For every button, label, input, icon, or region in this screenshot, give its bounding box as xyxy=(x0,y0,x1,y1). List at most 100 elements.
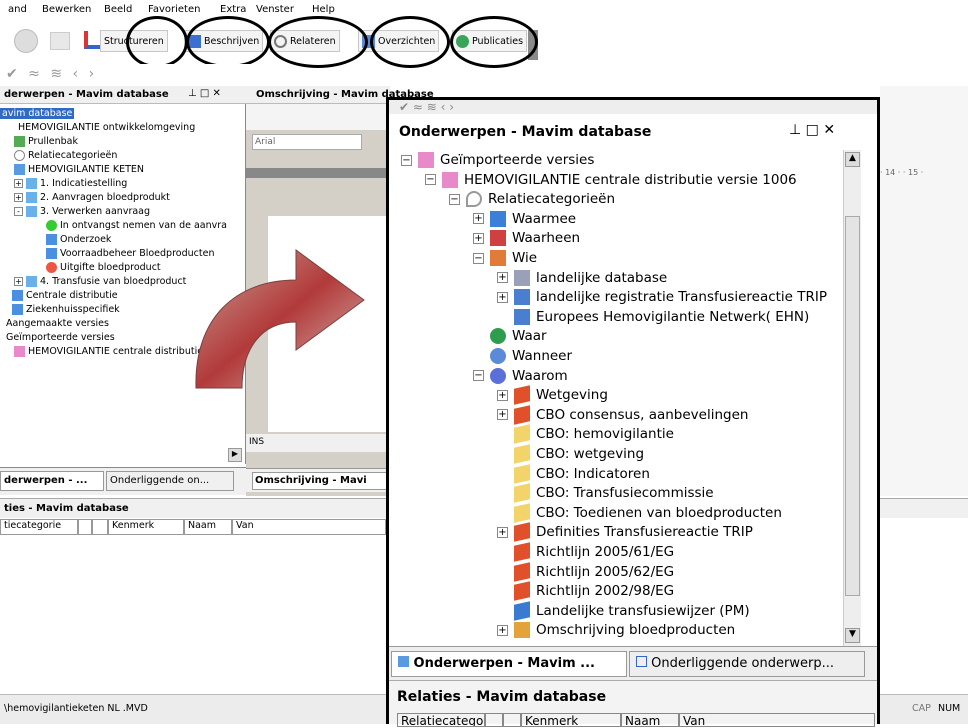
font-select[interactable]: Arial xyxy=(252,134,362,150)
tree-item[interactable]: Ziekenhuisspecifiek xyxy=(12,304,120,315)
popup-tree-item[interactable]: − Geïmporteerde versies xyxy=(401,152,594,168)
tree-item[interactable]: +4. Transfusie van bloedproduct xyxy=(14,276,186,287)
popup-tree-item[interactable]: Waar xyxy=(473,328,547,345)
expand-icon[interactable]: + xyxy=(497,624,508,636)
scroll-up-icon[interactable]: ▲ xyxy=(845,152,860,167)
menu-item-window[interactable]: Venster xyxy=(256,4,294,15)
column-header[interactable]: Naam xyxy=(621,713,679,728)
pin-close-controls[interactable]: ⊥ □ ✕ xyxy=(789,122,835,138)
tree-item[interactable]: Prullenbak xyxy=(14,136,78,147)
scroll-thumb[interactable] xyxy=(845,216,860,596)
popup-tree-item[interactable]: CBO: Toedienen van bloedproducten xyxy=(497,503,782,523)
collapse-icon[interactable]: − xyxy=(473,252,484,264)
tab-onderwerpen[interactable]: Onderwerpen - Mavim ... xyxy=(391,651,627,677)
tab-onderliggende[interactable]: Onderliggende on... xyxy=(106,471,234,491)
tree-item[interactable]: +2. Aanvragen bloedprodukt xyxy=(14,192,170,203)
tree-item[interactable]: Uitgifte bloedproduct xyxy=(46,262,161,273)
popup-tree-item[interactable]: CBO: Indicatoren xyxy=(497,463,650,484)
tree-item[interactable]: Geïmporteerde versies xyxy=(6,332,115,343)
popup-tree-item[interactable]: + Definities Transfusiereactie TRIP xyxy=(497,522,753,543)
scroll-down-icon[interactable]: ▼ xyxy=(845,628,860,643)
popup-tree-item[interactable]: + landelijke registratie Transfusiereacti… xyxy=(497,289,827,306)
popup-tree-item[interactable]: + Waarmee xyxy=(473,210,577,227)
tree-item[interactable]: Centrale distributie xyxy=(12,290,118,301)
popup-tree-item[interactable]: − HEMOVIGILANTIE centrale distributie ver… xyxy=(425,171,797,188)
vertical-scrollbar[interactable]: ▲ ▼ xyxy=(843,150,861,646)
tree-item-label: Uitgifte bloedproduct xyxy=(60,262,161,273)
menu-item-view[interactable]: Beeld xyxy=(104,4,132,15)
column-header[interactable]: Van xyxy=(232,519,386,535)
column-header[interactable] xyxy=(503,713,521,727)
expand-icon[interactable]: + xyxy=(14,193,23,202)
tree-item[interactable]: Relatiecategorieën xyxy=(14,150,117,161)
collapse-icon[interactable]: − xyxy=(425,174,436,186)
expand-icon[interactable]: + xyxy=(14,277,23,286)
tree-item[interactable]: Aangemaakte versies xyxy=(6,318,109,329)
nav-arrows-icon[interactable]: ✔ ≈ ≋ ‹ › xyxy=(6,66,97,82)
tree-item[interactable]: Onderzoek xyxy=(46,234,111,245)
popup-tree-item[interactable]: Wanneer xyxy=(473,348,572,364)
popup-tree-item[interactable]: CBO: Transfusiecommissie xyxy=(497,483,714,503)
column-header[interactable]: tiecategorie xyxy=(0,519,78,535)
menu-item-help[interactable]: Help xyxy=(312,4,335,15)
pin-close-controls[interactable]: ⊥ □ ✕ xyxy=(188,88,221,99)
popup-tree-item[interactable]: + Wetgeving xyxy=(497,385,608,405)
popup-tree-item[interactable]: Richtlijn 2002/98/EG xyxy=(497,581,674,601)
popup-tree-label: CBO: Toedienen van bloedproducten xyxy=(536,504,782,521)
expand-icon[interactable]: + xyxy=(473,232,484,244)
column-header[interactable] xyxy=(485,713,503,727)
column-header[interactable]: Relatiecategorie xyxy=(397,713,485,727)
tab-onderwerpen[interactable]: derwerpen - ... xyxy=(0,471,104,491)
collapse-icon[interactable]: − xyxy=(473,370,484,382)
tab-omschrijving[interactable]: Omschrijving - Mavi xyxy=(252,472,388,490)
column-label: Van xyxy=(236,520,254,531)
tab-label: Onderliggende on... xyxy=(110,475,210,486)
tree-item[interactable]: HEMOVIGILANTIE KETEN xyxy=(14,164,144,175)
popup-tree-item[interactable]: Landelijke transfusiewijzer (PM) xyxy=(497,601,750,621)
collapse-icon[interactable]: − xyxy=(449,193,460,205)
expand-icon[interactable]: + xyxy=(497,409,508,421)
popup-tree-item[interactable]: + Waarheen xyxy=(473,230,580,247)
column-header[interactable]: Van xyxy=(679,713,875,728)
expand-icon[interactable]: + xyxy=(473,213,484,225)
popup-tree-label: Omschrijving bloedproducten xyxy=(536,622,736,639)
expand-icon[interactable]: + xyxy=(497,272,508,284)
menu-item-file[interactable]: and xyxy=(8,4,27,15)
menu-item-edit[interactable]: Bewerken xyxy=(42,4,91,15)
tree-item[interactable]: HEMOVIGILANTIE ontwikkelomgeving xyxy=(18,122,195,133)
popup-tree-item[interactable]: Richtlijn 2005/61/EG xyxy=(497,542,674,562)
popup-tree-item[interactable]: + landelijke database xyxy=(497,269,667,286)
expand-icon[interactable]: + xyxy=(497,526,508,538)
popup-tree-item[interactable]: CBO: wetgeving xyxy=(497,444,644,464)
popup-tree-item[interactable]: + CBO consensus, aanbevelingen xyxy=(497,405,748,425)
tree-item-selected[interactable]: avim database xyxy=(0,108,75,119)
scroll-right-icon[interactable]: ▶ xyxy=(228,448,242,462)
popup-tree-item[interactable]: + Omschrijving bloedproducten xyxy=(497,622,736,639)
home-icon[interactable] xyxy=(50,32,70,50)
column-header[interactable]: Kenmerk xyxy=(521,713,621,728)
expand-icon[interactable]: + xyxy=(14,179,23,188)
back-icon[interactable] xyxy=(14,29,38,53)
popup-tree-item[interactable]: − Relatiecategorieën xyxy=(449,191,615,208)
popup-tree-item[interactable]: Richtlijn 2005/62/EG xyxy=(497,561,674,582)
column-header[interactable]: Kenmerk xyxy=(108,519,184,535)
popup-tree-item[interactable]: − Wie xyxy=(473,250,537,266)
tree-item[interactable]: In ontvangst nemen van de aanvra xyxy=(46,220,227,231)
collapse-icon[interactable]: - xyxy=(14,207,23,216)
menu-item-extra[interactable]: Extra xyxy=(220,4,246,15)
column-header[interactable]: Naam xyxy=(184,519,232,535)
tree-item[interactable]: - 3. Verwerken aanvraag xyxy=(14,206,150,217)
expand-icon[interactable]: + xyxy=(497,291,508,303)
column-header[interactable] xyxy=(92,519,108,535)
step-icon xyxy=(26,192,37,203)
expand-icon[interactable]: + xyxy=(497,389,508,401)
popup-tree-item[interactable]: − Waarom xyxy=(473,367,568,384)
tab-onderliggende[interactable]: Onderliggende onderwerp... xyxy=(629,651,865,677)
tree-item[interactable]: +1. Indicatiestelling xyxy=(14,178,127,189)
popup-tree-label: Waarmee xyxy=(512,210,577,227)
column-header[interactable] xyxy=(78,519,92,535)
menu-item-favorites[interactable]: Favorieten xyxy=(148,4,200,15)
popup-tree-item[interactable]: Europees Hemovigilantie Netwerk( EHN) xyxy=(497,308,809,325)
collapse-icon[interactable]: − xyxy=(401,154,412,166)
popup-tree-item[interactable]: CBO: hemovigilantie xyxy=(497,424,674,445)
